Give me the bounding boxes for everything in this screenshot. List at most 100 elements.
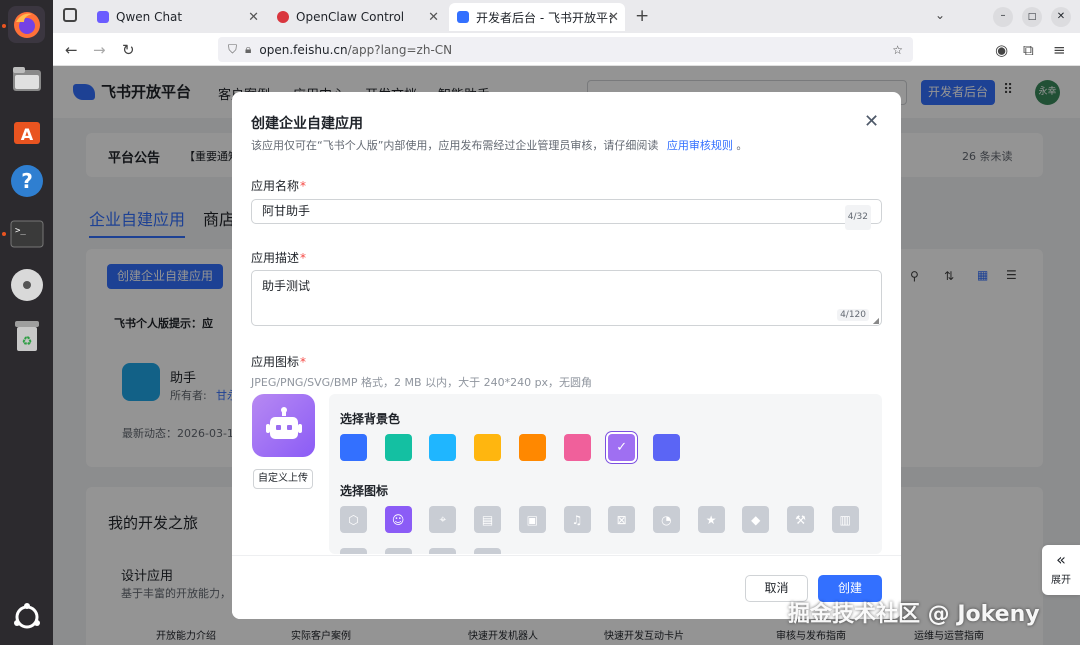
required-mark: * — [300, 179, 307, 193]
url-host: open.feishu.cn — [259, 42, 348, 57]
more-icon-tile[interactable] — [474, 548, 502, 554]
firefox-icon[interactable] — [8, 6, 45, 43]
more-icon-tile[interactable] — [384, 548, 412, 554]
color-swatch[interactable] — [340, 434, 367, 461]
dialog-description: 该应用仅可在“飞书个人版”内部使用，应用发布需经过企业管理员审核，请仔细阅读 应… — [251, 137, 747, 153]
dialog-desc-text: 该应用仅可在“飞书个人版”内部使用，应用发布需经过企业管理员审核，请仔细阅读 — [251, 139, 659, 152]
color-swatch[interactable] — [518, 434, 546, 461]
briefcase-icon[interactable]: ▣ — [518, 506, 546, 533]
app-desc-label-text: 应用描述 — [251, 251, 300, 265]
dialog-title: 创建企业自建应用 — [251, 116, 363, 132]
app-icon-hint: JPEG/PNG/SVG/BMP 格式，2 MB 以内，大于 240*240 p… — [251, 376, 593, 389]
svg-text:A: A — [20, 125, 33, 144]
terminal-icon[interactable]: >_ — [8, 215, 45, 252]
app-desc-value: 助手测试 — [262, 279, 311, 293]
tab-list-icon[interactable]: ⌄ — [935, 8, 945, 22]
robot-icon — [265, 406, 302, 439]
file-icon[interactable]: ▥ — [831, 506, 859, 533]
help-icon[interactable]: ? — [8, 162, 45, 199]
close-window-button[interactable]: ✕ — [1051, 7, 1071, 27]
trash-icon[interactable]: ♻ — [8, 317, 45, 354]
menu-icon[interactable]: ≡ — [1053, 41, 1066, 59]
double-chevron-left-icon: « — [1056, 550, 1066, 569]
app-desc-label: 应用描述* — [251, 249, 306, 266]
color-swatch[interactable] — [652, 434, 680, 461]
color-swatch[interactable]: ✓ — [608, 434, 636, 461]
software-store-icon[interactable]: A — [8, 112, 45, 149]
expand-button[interactable]: « 展开 — [1042, 545, 1080, 595]
ubuntu-dock: A ? >_ ♻ — [0, 0, 53, 645]
close-icon[interactable]: ✕ — [248, 10, 259, 25]
tab-openclaw[interactable]: OpenClaw Control ✕ — [269, 3, 445, 31]
shield-icon: ⛉ — [228, 42, 238, 56]
color-swatch[interactable] — [474, 434, 502, 461]
bell-icon[interactable]: ♫ — [563, 506, 591, 533]
ubuntu-apps-icon[interactable] — [8, 598, 45, 635]
color-swatch[interactable] — [563, 434, 591, 461]
check-icon: ✓ — [616, 440, 628, 455]
star-icon[interactable]: ★ — [697, 506, 725, 533]
browser-nav-bar: ← → ↻ ⛉ 🔒︎ open.feishu.cn /app?lang=zh-C… — [53, 33, 1080, 66]
dialog-desc-suffix: 。 — [736, 139, 748, 152]
resize-handle-icon[interactable]: ◢ — [873, 316, 879, 325]
qwen-favicon-icon — [97, 11, 109, 23]
account-icon[interactable]: ◉ — [995, 41, 1008, 59]
tab-label: 开发者后台 - 飞书开放平台 — [476, 10, 612, 25]
required-mark: * — [300, 355, 307, 369]
cube-icon[interactable]: ⬡ — [340, 506, 367, 533]
bookmark-icon[interactable]: ⊠ — [608, 506, 636, 533]
watermark: 掘金技术社区 @ Jokeny — [788, 602, 1040, 627]
tab-feishu-dev[interactable]: 开发者后台 - 飞书开放平台 ✕ — [449, 3, 625, 31]
app-desc-counter: 4/120 — [837, 309, 869, 321]
back-icon[interactable]: ← — [65, 41, 78, 59]
svg-text:♻: ♻ — [21, 334, 32, 348]
icon-picker-panel: 选择背景色 ✓ 选择图标 ⬡ ☺ ⌖ ▤ ▣ ♫ ⊠ ◔ ★ ◆ ⚒ ▥ — [329, 394, 882, 554]
review-rules-link[interactable]: 应用审核规则 — [667, 139, 733, 152]
forward-icon[interactable]: → — [93, 41, 106, 59]
more-icon-tile[interactable] — [340, 548, 367, 554]
url-path: /app?lang=zh-CN — [347, 42, 453, 57]
close-icon[interactable]: ✕ — [864, 111, 879, 132]
new-tab-button[interactable]: + — [635, 6, 649, 26]
create-app-dialog: 创建企业自建应用 ✕ 该应用仅可在“飞书个人版”内部使用，应用发布需经过企业管理… — [232, 92, 901, 619]
app-icon-label: 应用图标* — [251, 353, 306, 370]
lock-icon: 🔒︎ — [245, 42, 252, 56]
svg-text:?: ? — [21, 169, 33, 193]
app-name-counter: 4/32 — [844, 205, 871, 230]
tab-label: Qwen Chat — [116, 10, 183, 24]
svg-text:>_: >_ — [15, 226, 26, 236]
required-mark: * — [300, 251, 307, 265]
tab-qwen-chat[interactable]: Qwen Chat ✕ — [89, 3, 265, 31]
app-name-input[interactable]: 阿甘助手 4/32 — [251, 199, 882, 230]
files-icon[interactable] — [8, 60, 45, 97]
app-icon-preview — [252, 394, 315, 457]
openclaw-favicon-icon — [277, 11, 289, 23]
custom-upload-button[interactable]: 自定义上传 — [253, 469, 313, 489]
feishu-favicon-icon — [457, 11, 469, 23]
expand-label: 展开 — [1051, 575, 1071, 586]
robot-icon[interactable]: ☺ — [384, 506, 412, 533]
reload-icon[interactable]: ↻ — [122, 41, 135, 59]
more-icon-tile[interactable] — [429, 548, 457, 554]
close-icon[interactable]: ✕ — [428, 10, 439, 25]
tag-icon[interactable]: ◆ — [742, 506, 770, 533]
color-swatch[interactable] — [429, 434, 457, 461]
tab-overview-icon[interactable] — [63, 8, 77, 22]
bookmark-star-icon[interactable]: ☆ — [892, 43, 903, 57]
app-name-label: 应用名称* — [251, 177, 306, 194]
app-name-value: 阿甘助手 — [262, 204, 311, 218]
color-swatch[interactable] — [384, 434, 412, 461]
close-icon[interactable]: ✕ — [608, 10, 619, 25]
browser-tab-bar: Qwen Chat ✕ OpenClaw Control ✕ 开发者后台 - 飞… — [53, 0, 1080, 33]
app-desc-textarea[interactable]: 助手测试 4/120 ◢ — [251, 270, 882, 326]
disc-icon[interactable] — [8, 266, 45, 303]
wrench-icon[interactable]: ⚒ — [787, 506, 814, 533]
url-bar[interactable]: ⛉ 🔒︎ open.feishu.cn /app?lang=zh-CN ☆ — [218, 37, 913, 62]
document-icon[interactable]: ▤ — [474, 506, 502, 533]
location-icon[interactable]: ⌖ — [429, 506, 457, 533]
pie-chart-icon[interactable]: ◔ — [652, 506, 680, 533]
extensions-icon[interactable]: ⧉ — [1023, 41, 1034, 59]
bg-color-label: 选择背景色 — [340, 412, 401, 426]
maximize-button[interactable]: □ — [1022, 7, 1042, 27]
minimize-button[interactable]: – — [993, 7, 1013, 27]
